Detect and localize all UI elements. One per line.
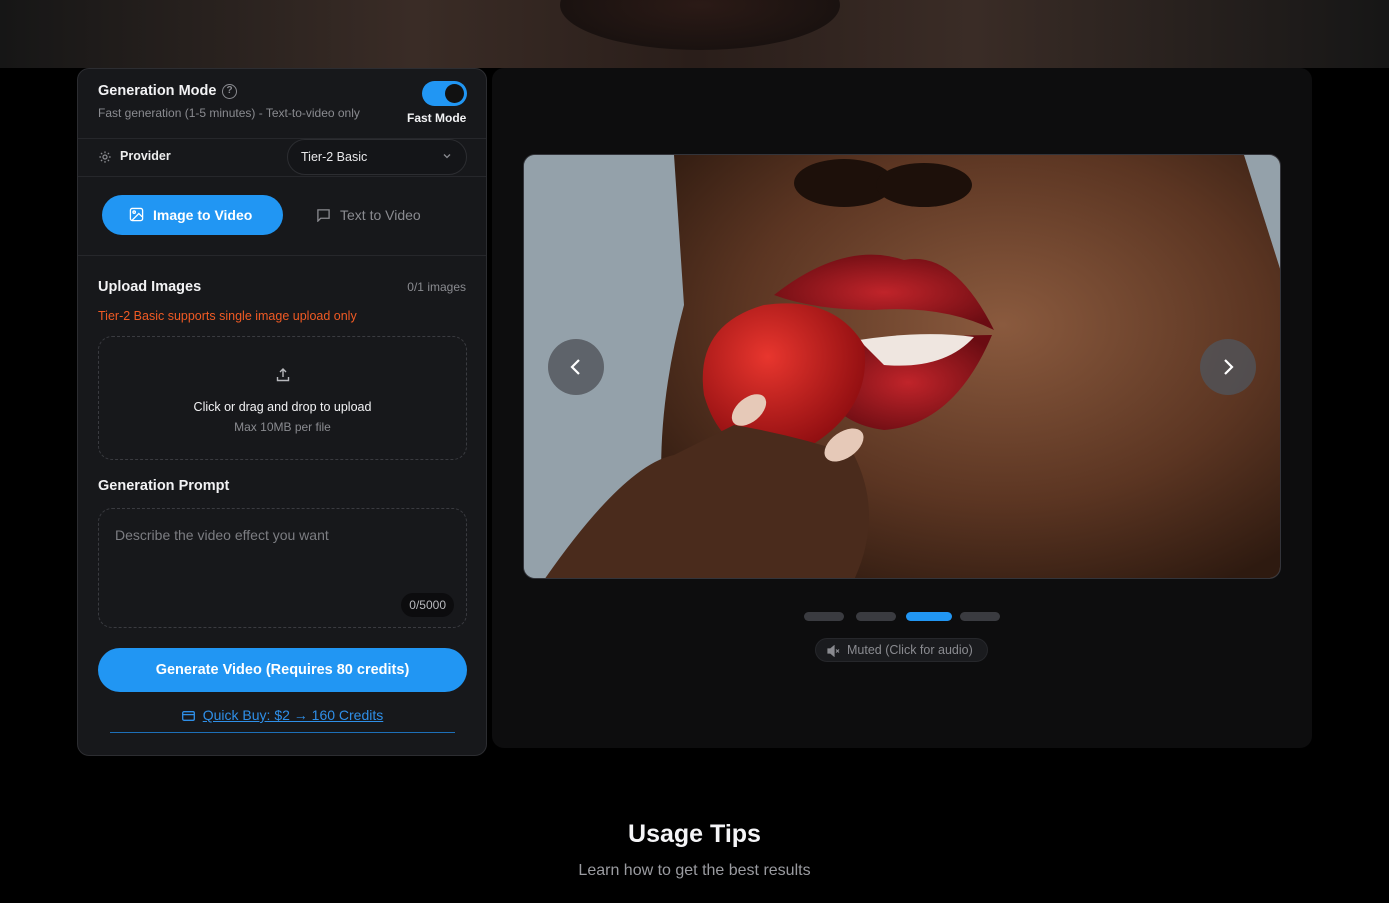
- toggle-knob: [445, 84, 464, 103]
- upload-images-title: Upload Images: [98, 279, 202, 295]
- gear-icon: [99, 151, 111, 163]
- tab-label: Image to Video: [153, 207, 253, 223]
- generation-mode-subtitle: Fast generation (1-5 minutes) - Text-to-…: [98, 106, 360, 120]
- quick-buy-label: Quick Buy: $2 → 160 Credits: [202, 707, 384, 723]
- slide-dot[interactable]: [856, 612, 896, 621]
- slide-dot[interactable]: [960, 612, 1000, 621]
- dropzone-hint: Max 10MB per file: [234, 420, 331, 434]
- chevron-right-icon: [1224, 359, 1234, 375]
- credit-card-icon: [181, 711, 195, 721]
- usage-tips-title: Usage Tips: [628, 820, 761, 848]
- question-circle-icon[interactable]: ?: [222, 84, 237, 99]
- chevron-left-icon: [570, 359, 580, 375]
- preview-slide-image: [523, 154, 1281, 579]
- tab-text-to-video[interactable]: Text to Video: [308, 195, 448, 235]
- hero-image-strip: [0, 0, 1389, 68]
- image-icon: [129, 207, 144, 222]
- provider-label: Provider: [120, 149, 171, 163]
- provider-select[interactable]: Tier-2 Basic: [287, 139, 467, 175]
- mute-label: Muted (Click for audio): [847, 643, 973, 657]
- char-count: 0/5000: [401, 593, 454, 617]
- chat-icon: [317, 209, 330, 222]
- previous-slide-button[interactable]: [548, 339, 604, 395]
- prompt-box: 0/5000: [98, 508, 467, 628]
- fast-mode-label: Fast Mode: [407, 111, 467, 125]
- fast-mode-toggle[interactable]: [422, 81, 467, 106]
- next-slide-button[interactable]: [1200, 339, 1256, 395]
- upload-dropzone[interactable]: Click or drag and drop to upload Max 10M…: [98, 336, 467, 460]
- generate-video-button[interactable]: Generate Video (Requires 80 credits): [98, 648, 467, 692]
- generation-prompt-title: Generation Prompt: [98, 478, 230, 494]
- usage-tips-subtitle: Learn how to get the best results: [578, 862, 811, 879]
- slide-illustration: [524, 155, 1280, 578]
- prompt-input[interactable]: [115, 527, 445, 587]
- tab-label: Text to Video: [340, 207, 421, 223]
- tab-image-to-video[interactable]: Image to Video: [102, 195, 283, 235]
- upload-icon: [276, 368, 290, 382]
- provider-selected-value: Tier-2 Basic: [301, 150, 368, 164]
- slide-dot[interactable]: [804, 612, 844, 621]
- chevron-down-icon: [443, 154, 451, 159]
- upload-warning: Tier-2 Basic supports single image uploa…: [98, 309, 357, 323]
- generation-mode-row: Generation Mode ? Fast generation (1-5 m…: [78, 69, 486, 139]
- slide-dot-active[interactable]: [906, 612, 952, 621]
- upload-count: 0/1 images: [407, 280, 466, 294]
- dropzone-text: Click or drag and drop to upload: [193, 400, 372, 414]
- speaker-muted-icon: [827, 645, 840, 657]
- mute-toggle-button[interactable]: Muted (Click for audio): [815, 638, 988, 662]
- quick-buy-link[interactable]: Quick Buy: $2 → 160 Credits: [110, 707, 455, 733]
- generation-mode-title: Generation Mode: [98, 83, 217, 99]
- generation-panel: Generation Mode ? Fast generation (1-5 m…: [77, 68, 487, 756]
